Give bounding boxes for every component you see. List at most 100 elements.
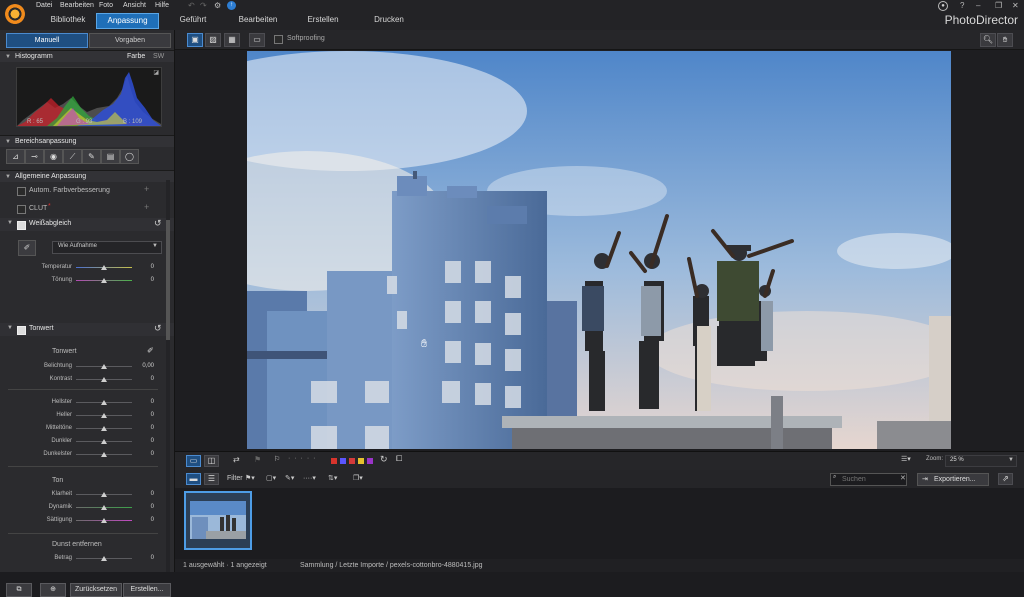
slider-knob[interactable] <box>101 377 107 382</box>
clear-search-icon[interactable]: ✕ <box>900 474 906 482</box>
view-options-icon[interactable]: ☰▾ <box>901 455 911 463</box>
menu-ansicht[interactable]: Ansicht <box>123 2 146 9</box>
filmstrip-view-icon[interactable]: ▬ <box>186 473 201 485</box>
single-view-icon[interactable]: ▣ <box>187 33 203 47</box>
slider-knob[interactable] <box>101 364 107 369</box>
stack-icon[interactable]: ❐▾ <box>353 474 363 482</box>
tab-manuell[interactable]: Manuell <box>6 33 88 48</box>
layout-split-icon[interactable]: ◫ <box>204 455 219 467</box>
auto-color-checkbox[interactable] <box>17 187 26 196</box>
gradient-mask-icon[interactable]: ▤ <box>101 149 120 164</box>
update-icon[interactable]: ↑ <box>227 1 236 10</box>
histogram-settings-icon[interactable]: ◪ <box>153 69 159 76</box>
filter-edit-icon[interactable]: ✎▾ <box>285 474 294 482</box>
thumbnail-selected[interactable] <box>184 491 252 550</box>
tab-vorgaben[interactable]: Vorgaben <box>89 33 171 48</box>
layout-single-icon[interactable]: ▭ <box>186 455 201 467</box>
export-button[interactable]: ⇥ Exportieren... <box>917 473 989 486</box>
flag-off-icon[interactable]: ⚑ <box>254 455 261 464</box>
scrollbar-thumb[interactable] <box>166 220 170 340</box>
tone-checkbox[interactable] <box>17 326 26 335</box>
filter-flag-icon[interactable]: ⚑▾ <box>245 474 255 482</box>
reset-button[interactable]: Zurücksetzen <box>70 583 122 597</box>
create-preset-button[interactable]: Erstellen... <box>123 583 171 597</box>
wb-preset-dropdown[interactable]: Wie Aufnahme ▼ <box>52 241 162 254</box>
slider-knob[interactable] <box>101 278 107 283</box>
reset-tone-icon[interactable]: ↺ <box>154 323 162 334</box>
copy-settings-button[interactable]: ⊕ <box>40 583 66 597</box>
close-button[interactable]: ✕ <box>1012 1 1019 10</box>
nav-erstellen[interactable]: Erstellen <box>298 13 348 27</box>
red-eye-icon[interactable]: ◉ <box>44 149 63 164</box>
list-view-icon[interactable]: ☰ <box>204 473 219 485</box>
rotate-icon[interactable]: ↻ <box>380 454 388 465</box>
menu-foto[interactable]: Foto <box>99 2 113 9</box>
spot-removal-icon[interactable]: ⊸ <box>25 149 44 164</box>
histogram-header[interactable]: ▼ Histogramm Farbe SW <box>0 50 174 62</box>
regional-adjust-header[interactable]: ▼ Bereichsanpassung <box>0 135 174 147</box>
rating-dots[interactable]: · · · · · <box>288 455 316 462</box>
add-clut-icon[interactable]: + <box>144 202 149 212</box>
second-monitor-icon[interactable]: ▭ <box>249 33 265 47</box>
softproofing-checkbox[interactable] <box>274 35 283 44</box>
histogram-mode-sw[interactable]: SW <box>153 51 164 62</box>
color-label-red[interactable] <box>331 458 337 464</box>
main-photo[interactable] <box>247 51 951 449</box>
slider-knob[interactable] <box>101 265 107 270</box>
hand-tool-icon[interactable]: ✋︎ <box>997 33 1013 47</box>
slider-knob[interactable] <box>101 400 107 405</box>
search-input[interactable] <box>830 473 907 486</box>
slider-knob[interactable] <box>101 413 107 418</box>
white-balance-header[interactable]: ▼ Weißabgleich ↺ <box>0 218 174 231</box>
white-balance-checkbox[interactable] <box>17 221 26 230</box>
slider-knob[interactable] <box>101 505 107 510</box>
slider-knob[interactable] <box>101 426 107 431</box>
filter-frame-icon[interactable]: ▢▾ <box>266 474 276 482</box>
add-icon[interactable]: + <box>144 184 149 194</box>
zoom-tool-icon[interactable]: 🔍︎ <box>980 33 996 47</box>
grid-view-icon[interactable]: ▦ <box>224 33 240 47</box>
sort-icon[interactable]: ⇅▾ <box>328 474 337 482</box>
nav-anpassung[interactable]: Anpassung <box>96 13 159 29</box>
slider-knob[interactable] <box>101 439 107 444</box>
undo-icon[interactable]: ↶ <box>188 1 195 10</box>
menu-hilfe[interactable]: Hilfe <box>155 2 169 9</box>
settings-gear-icon[interactable]: ⚙ <box>214 1 221 10</box>
zoom-dropdown[interactable]: 25 % ▼ <box>945 455 1017 467</box>
maximize-button[interactable]: ❐ <box>995 1 1002 10</box>
color-label-purple[interactable] <box>367 458 373 464</box>
clut-checkbox[interactable] <box>17 205 26 214</box>
wand-icon[interactable]: ✎ <box>82 149 101 164</box>
rotate-panel-icon[interactable]: ⇄ <box>233 455 240 464</box>
slider-knob[interactable] <box>101 518 107 523</box>
reset-wb-icon[interactable]: ↺ <box>154 218 162 229</box>
nav-bibliothek[interactable]: Bibliothek <box>40 13 96 27</box>
histogram-mode-color[interactable]: Farbe <box>127 51 145 62</box>
slider-knob[interactable] <box>101 556 107 561</box>
radial-mask-icon[interactable]: ◯ <box>120 149 139 164</box>
nav-bearbeiten[interactable]: Bearbeiten <box>230 13 286 27</box>
minimize-button[interactable]: – <box>976 1 980 10</box>
tone-header[interactable]: ▼ Tonwert ↺ <box>0 323 174 336</box>
eyedropper-icon[interactable]: ✐ <box>18 240 36 256</box>
filter-rating-icon[interactable]: ····▾ <box>303 474 316 482</box>
menu-bearbeiten[interactable]: Bearbeiten <box>60 2 94 9</box>
compare-button[interactable]: ⧉ <box>6 583 32 597</box>
nav-gefuehrt[interactable]: Geführt <box>170 13 216 27</box>
help-button[interactable]: ? <box>960 1 964 10</box>
crop-tool-icon[interactable]: ⊿ <box>6 149 25 164</box>
search-box[interactable]: ⌕ ✕ <box>830 473 907 486</box>
slider-knob[interactable] <box>101 492 107 497</box>
color-label-violet[interactable] <box>340 458 346 464</box>
slider-knob[interactable] <box>101 452 107 457</box>
tone-dropper-icon[interactable]: ✐ <box>147 346 154 355</box>
nav-drucken[interactable]: Drucken <box>364 13 414 27</box>
general-adjust-header[interactable]: ▼ Allgemeine Anpassung <box>0 170 174 182</box>
compare-view-icon[interactable]: ▨ <box>205 33 221 47</box>
flag-icon[interactable]: ⚐ <box>274 455 280 463</box>
account-icon[interactable]: ● <box>938 1 948 11</box>
brush-icon[interactable]: ⟋ <box>63 149 82 164</box>
menu-datei[interactable]: Datei <box>36 2 52 9</box>
redo-icon[interactable]: ↷ <box>200 1 207 10</box>
color-label-yellow[interactable] <box>358 458 364 464</box>
